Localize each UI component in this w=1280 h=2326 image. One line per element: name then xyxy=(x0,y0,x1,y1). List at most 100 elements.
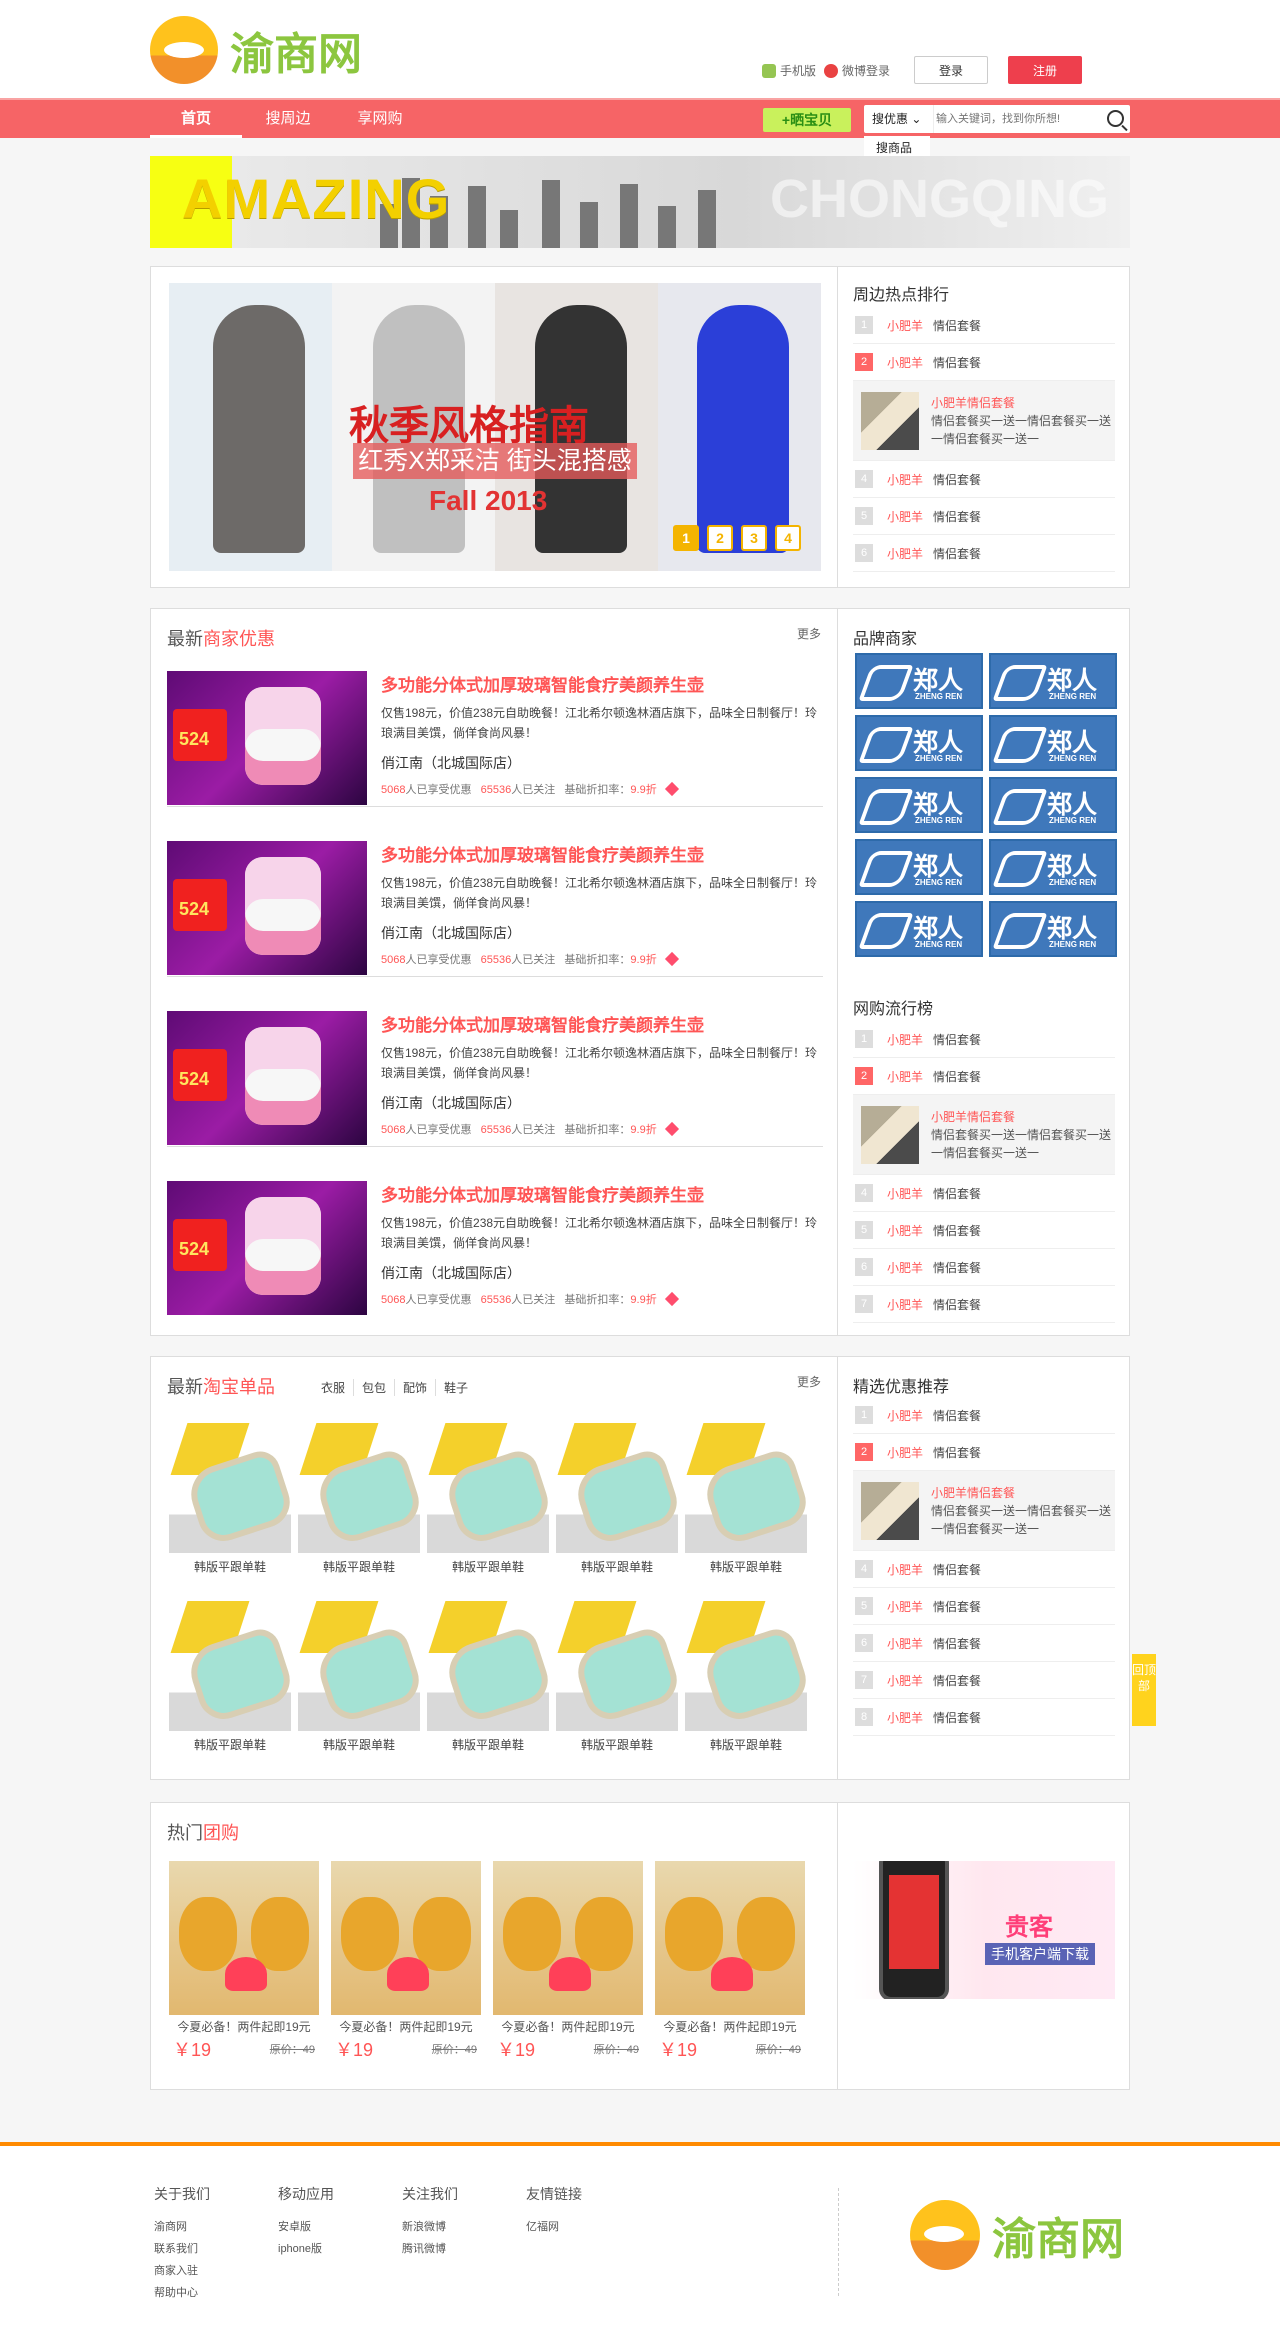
rank-row[interactable]: 4 小肥羊 情侣套餐 xyxy=(853,461,1115,498)
search-icon[interactable] xyxy=(1107,110,1124,127)
deal-card[interactable]: 524 多功能分体式加厚玻璃智能食疗美颜养生壶 仅售198元，价值238元自助晚餐！… xyxy=(167,657,823,807)
product-card[interactable]: 韩版平跟单鞋 xyxy=(685,1415,807,1575)
footer-link[interactable]: 联系我们 xyxy=(154,2238,278,2260)
tab-accessories[interactable]: 配饰 xyxy=(395,1379,437,1396)
product-card[interactable]: 韩版平跟单鞋 xyxy=(556,1593,678,1753)
brand-card[interactable]: 郑人 ZHENG REN xyxy=(855,715,983,771)
rank-row[interactable]: 2 小肥羊 情侣套餐 xyxy=(853,1058,1115,1095)
deal-title[interactable]: 多功能分体式加厚玻璃智能食疗美颜养生壶 xyxy=(381,1181,704,1206)
heart-icon[interactable] xyxy=(664,1121,679,1137)
product-card[interactable]: 韩版平跟单鞋 xyxy=(169,1593,291,1753)
fashion-slider[interactable]: 秋季风格指南 红秀X郑采洁 街头混搭感 Fall 2013 1 2 3 4 xyxy=(169,283,821,571)
rank-row[interactable]: 2 小肥羊 情侣套餐 xyxy=(853,344,1115,381)
brand-card[interactable]: 郑人 ZHENG REN xyxy=(989,839,1117,895)
rank-row[interactable]: 1 小肥羊 情侣套餐 xyxy=(853,1021,1115,1058)
site-logo[interactable]: 渝商网 xyxy=(150,16,362,84)
products-panel: 最新淘宝单品 衣服 包包 配饰 鞋子 更多 韩版平跟单鞋 韩版平跟单鞋 韩版平跟单鞋 … xyxy=(150,1356,1130,1780)
rank-row[interactable]: 1 小肥羊 情侣套餐 xyxy=(853,307,1115,344)
product-card[interactable]: 韩版平跟单鞋 xyxy=(556,1415,678,1575)
groupbuy-card[interactable]: 今夏必备！两件起即19元 ￥19 原价：49 xyxy=(331,1861,481,2060)
brand-card[interactable]: 郑人 ZHENG REN xyxy=(989,901,1117,957)
brand-card[interactable]: 郑人 ZHENG REN xyxy=(855,777,983,833)
deal-card[interactable]: 524 多功能分体式加厚玻璃智能食疗美颜养生壶 仅售198元，价值238元自助晚餐！… xyxy=(167,997,823,1147)
footer-link[interactable]: 帮助中心 xyxy=(154,2282,278,2304)
deal-card[interactable]: 524 多功能分体式加厚玻璃智能食疗美颜养生壶 仅售198元，价值238元自助晚餐！… xyxy=(167,827,823,977)
groupbuy-card[interactable]: 今夏必备！两件起即19元 ￥19 原价：49 xyxy=(655,1861,805,2060)
rank-row[interactable]: 5 小肥羊 情侣套餐 xyxy=(853,1588,1115,1625)
register-button[interactable]: 注册 xyxy=(1008,56,1083,84)
slider-dot-4[interactable]: 4 xyxy=(775,525,801,551)
brand-card[interactable]: 郑人 ZHENG REN xyxy=(855,901,983,957)
deal-title[interactable]: 多功能分体式加厚玻璃智能食疗美颜养生壶 xyxy=(381,841,704,866)
deal-title[interactable]: 多功能分体式加厚玻璃智能食疗美颜养生壶 xyxy=(381,671,704,696)
search-input[interactable] xyxy=(936,108,1096,130)
product-card[interactable]: 韩版平跟单鞋 xyxy=(169,1415,291,1575)
weibo-login-link[interactable]: 微博登录 xyxy=(824,62,890,79)
footer-logo[interactable]: 渝商网 xyxy=(910,2200,1124,2270)
product-card[interactable]: 韩版平跟单鞋 xyxy=(427,1593,549,1753)
rank-row[interactable]: 4 小肥羊 情侣套餐 xyxy=(853,1175,1115,1212)
search-type-select[interactable]: 搜优惠 ⌄ xyxy=(864,105,934,133)
rank-row[interactable]: 6 小肥羊 情侣套餐 xyxy=(853,1625,1115,1662)
deal-enjoy-count: 5068 xyxy=(381,954,406,966)
groupbuy-card[interactable]: 今夏必备！两件起即19元 ￥19 原价：49 xyxy=(493,1861,643,2060)
nav-online-shopping[interactable]: 享网购 xyxy=(334,100,426,138)
deal-card[interactable]: 524 多功能分体式加厚玻璃智能食疗美颜养生壶 仅售198元，价值238元自助晚餐！… xyxy=(167,1167,823,1317)
rank-row[interactable]: 6 小肥羊 情侣套餐 xyxy=(853,1249,1115,1286)
deals-more-link[interactable]: 更多 xyxy=(797,625,821,642)
nav-home[interactable]: 首页 xyxy=(150,100,242,138)
brand-card[interactable]: 郑人 ZHENG REN xyxy=(989,653,1117,709)
footer-link[interactable]: iphone版 xyxy=(278,2238,402,2260)
rank-row[interactable]: 1 小肥羊 情侣套餐 xyxy=(853,1397,1115,1434)
logo-text: 渝商网 xyxy=(230,30,362,79)
rank-feature[interactable]: 小肥羊情侣套餐 情侣套餐买一送一情侣套餐买一送一情侣套餐买一送一 xyxy=(853,1471,1115,1551)
heart-icon[interactable] xyxy=(664,781,679,797)
back-to-top-tab[interactable]: 回顶部 xyxy=(1132,1654,1156,1726)
brand-card[interactable]: 郑人 ZHENG REN xyxy=(989,715,1117,771)
rank-feature[interactable]: 小肥羊情侣套餐 情侣套餐买一送一情侣套餐买一送一情侣套餐买一送一 xyxy=(853,381,1115,461)
heart-icon[interactable] xyxy=(664,951,679,967)
footer-link[interactable]: 安卓版 xyxy=(278,2216,402,2238)
tab-bags[interactable]: 包包 xyxy=(354,1379,396,1396)
rank-feature[interactable]: 小肥羊情侣套餐 情侣套餐买一送一情侣套餐买一送一情侣套餐买一送一 xyxy=(853,1095,1115,1175)
rank-row[interactable]: 7 小肥羊 情侣套餐 xyxy=(853,1286,1115,1323)
rank-row[interactable]: 8 小肥羊 情侣套餐 xyxy=(853,1699,1115,1736)
rank-row[interactable]: 2 小肥羊 情侣套餐 xyxy=(853,1434,1115,1471)
footer-link[interactable]: 渝商网 xyxy=(154,2216,278,2238)
rank-row[interactable]: 5 小肥羊 情侣套餐 xyxy=(853,1212,1115,1249)
deal-enjoy-label: 人已享受优惠 xyxy=(405,784,472,796)
rank-row[interactable]: 7 小肥羊 情侣套餐 xyxy=(853,1662,1115,1699)
footer-link[interactable]: 腾讯微博 xyxy=(402,2238,526,2260)
brand-card[interactable]: 郑人 ZHENG REN xyxy=(855,653,983,709)
share-item-button[interactable]: +晒宝贝 xyxy=(763,108,851,132)
rank-row[interactable]: 4 小肥羊 情侣套餐 xyxy=(853,1551,1115,1588)
slider-dot-1[interactable]: 1 xyxy=(673,525,699,551)
slider-dot-2[interactable]: 2 xyxy=(707,525,733,551)
footer-link[interactable]: 新浪微博 xyxy=(402,2216,526,2238)
product-card[interactable]: 韩版平跟单鞋 xyxy=(298,1593,420,1753)
chongqing-banner[interactable]: AMAZING CHONGQING xyxy=(150,156,1130,248)
heart-icon[interactable] xyxy=(664,1291,679,1307)
deal-title[interactable]: 多功能分体式加厚玻璃智能食疗美颜养生壶 xyxy=(381,1011,704,1036)
brand-card[interactable]: 郑人 ZHENG REN xyxy=(989,777,1117,833)
slider-dot-3[interactable]: 3 xyxy=(741,525,767,551)
product-card[interactable]: 韩版平跟单鞋 xyxy=(685,1593,807,1753)
rank-row[interactable]: 6 小肥羊 情侣套餐 xyxy=(853,535,1115,572)
kettle-image: 524 xyxy=(167,1011,367,1145)
groupbuy-card[interactable]: 今夏必备！两件起即19元 ￥19 原价：49 xyxy=(169,1861,319,2060)
login-button[interactable]: 登录 xyxy=(914,56,989,84)
nav-nearby[interactable]: 搜周边 xyxy=(242,100,334,138)
tab-clothes[interactable]: 衣服 xyxy=(313,1379,355,1396)
mobile-link[interactable]: 手机版 xyxy=(762,62,816,79)
footer-link[interactable]: 商家入驻 xyxy=(154,2260,278,2282)
brand-card[interactable]: 郑人 ZHENG REN xyxy=(855,839,983,895)
rank-name: 情侣套餐 xyxy=(933,1186,982,1201)
tab-shoes[interactable]: 鞋子 xyxy=(436,1379,476,1396)
app-download-ad[interactable]: 贵客 手机客户端下载 xyxy=(853,1861,1115,1999)
product-card[interactable]: 韩版平跟单鞋 xyxy=(298,1415,420,1575)
footer-link[interactable]: 亿福网 xyxy=(526,2216,650,2238)
product-card[interactable]: 韩版平跟单鞋 xyxy=(427,1415,549,1575)
slider-year: Fall 2013 xyxy=(429,485,548,516)
rank-row[interactable]: 5 小肥羊 情侣套餐 xyxy=(853,498,1115,535)
products-more-link[interactable]: 更多 xyxy=(797,1373,821,1390)
